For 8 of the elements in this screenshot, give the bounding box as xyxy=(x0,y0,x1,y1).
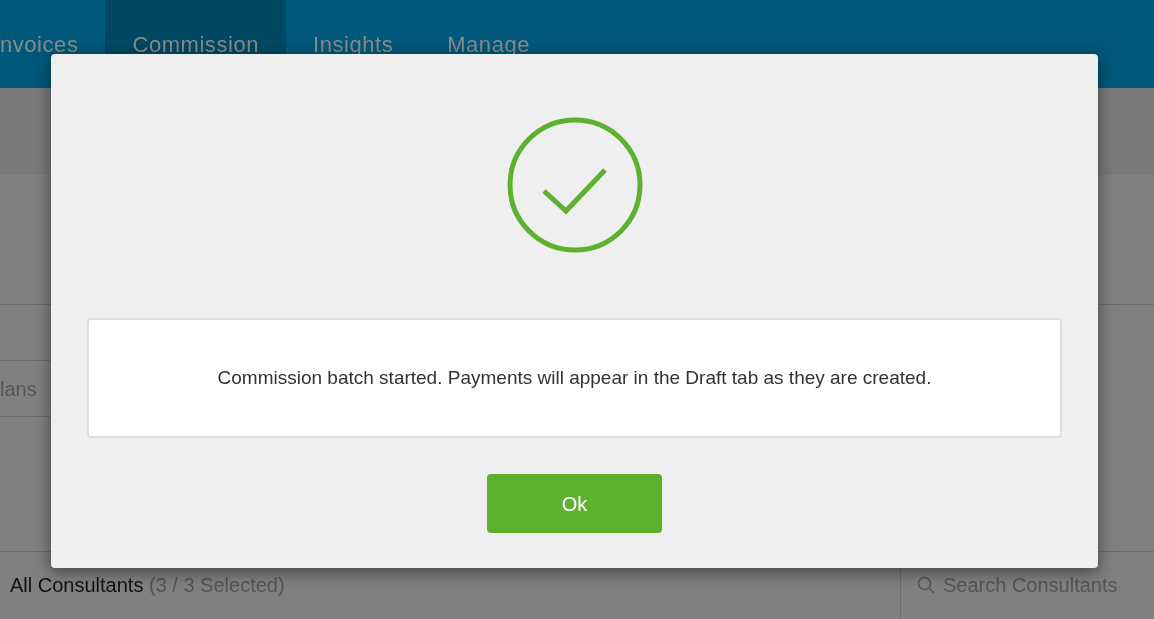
checkmark-circle-icon xyxy=(506,117,643,253)
nav-tab[interactable]: nvoices xyxy=(0,0,106,88)
dialog-message: Commission batch started. Payments will appear in the Draft tab as they are created. xyxy=(217,365,932,390)
search-icon xyxy=(917,576,935,594)
consultants-title: All Consultants xyxy=(10,574,144,596)
nav-tab[interactable]: Manage xyxy=(420,0,557,88)
ok-button[interactable]: Ok xyxy=(487,474,662,533)
nav-tab[interactable]: Insights xyxy=(286,0,421,88)
